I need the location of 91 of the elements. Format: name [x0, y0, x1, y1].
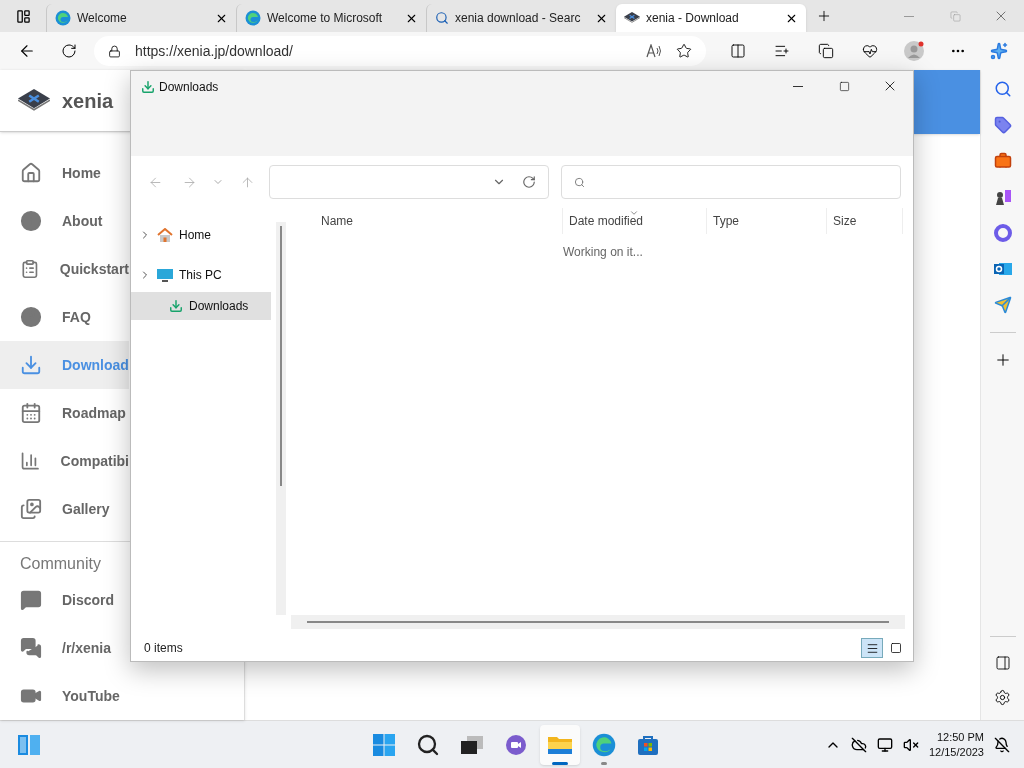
search-icon [416, 732, 440, 757]
cloud-off-icon[interactable] [850, 736, 867, 753]
item-count: 0 items [144, 640, 183, 657]
search-icon [574, 176, 585, 188]
paper-plane-icon[interactable] [993, 296, 1012, 314]
notifications-icon[interactable] [994, 736, 1010, 753]
monitor-icon [157, 267, 173, 283]
calendar-icon [20, 402, 42, 424]
split-screen-icon [730, 43, 746, 59]
collections-icon [818, 43, 834, 59]
nav-item[interactable]: Compatibi [0, 437, 129, 485]
mail-logo-icon[interactable] [993, 260, 1012, 278]
browser-tab[interactable]: xenia - Download [616, 4, 806, 32]
horizontal-scrollbar[interactable] [291, 615, 905, 629]
scrollbar[interactable] [276, 222, 286, 615]
chip-logo-icon [18, 89, 50, 112]
clipboard-icon [20, 258, 40, 280]
search-icon[interactable] [993, 80, 1012, 98]
lock-icon [108, 44, 121, 58]
monitor-icon[interactable] [876, 736, 893, 753]
nav-item[interactable]: Home [0, 149, 129, 197]
search-icon [435, 11, 449, 25]
widgets-icon [17, 733, 41, 756]
download-icon [169, 299, 183, 313]
panel-icon[interactable] [994, 655, 1011, 671]
edge-logo-icon [592, 732, 616, 757]
read-aloud-icon[interactable] [646, 44, 662, 58]
list-icon [865, 641, 879, 655]
images-icon [20, 498, 42, 520]
nav-item[interactable]: FAQ [0, 293, 129, 341]
download-icon [20, 354, 42, 376]
windows-logo-icon [372, 732, 396, 757]
column-header[interactable]: Name [291, 208, 563, 234]
running-indicator [552, 761, 568, 765]
refresh-icon[interactable] [522, 175, 536, 189]
minimize-icon [904, 15, 914, 17]
address-field[interactable] [269, 165, 549, 199]
nav-item[interactable]: About [0, 197, 129, 245]
nav-item[interactable]: YouTube [0, 672, 129, 720]
volume-muted-icon[interactable] [902, 736, 919, 753]
tree-item[interactable]: Home [131, 220, 271, 250]
home-icon [20, 162, 42, 184]
chess-pieces-icon[interactable] [993, 188, 1012, 206]
tree-item[interactable]: This PC [131, 260, 271, 290]
window-title: Downloads [159, 79, 219, 96]
store-bag-icon [637, 733, 659, 756]
maximize-icon [838, 80, 850, 92]
edge-logo-icon [245, 10, 261, 26]
restore-icon [949, 10, 961, 22]
chart-icon [20, 450, 41, 472]
details-view-button[interactable] [861, 638, 883, 658]
sparkle-icon [990, 42, 1008, 60]
download-icon [141, 80, 155, 94]
column-header[interactable]: Type [707, 208, 827, 234]
site-brand[interactable]: xenia [62, 85, 114, 116]
section-heading: Community [20, 555, 101, 572]
edge-logo-icon [55, 10, 71, 26]
chip-logo-icon [624, 12, 640, 24]
chat-icon [20, 589, 42, 611]
briefcase-icon[interactable] [993, 152, 1012, 170]
column-header[interactable]: Size [827, 208, 903, 234]
arrow-right-icon [181, 174, 197, 190]
nav-item[interactable]: Discord [0, 576, 129, 624]
nav-item[interactable]: Gallery [0, 485, 129, 533]
heart-pulse-icon [862, 43, 878, 59]
tree-item[interactable]: Downloads [131, 292, 271, 320]
nav-item[interactable]: Quickstart [0, 245, 129, 293]
minimize-icon [793, 85, 803, 87]
chats-icon [20, 637, 42, 659]
ring-logo-icon[interactable] [993, 224, 1012, 242]
tab-actions-icon [15, 8, 31, 24]
search-field[interactable] [561, 165, 901, 199]
settings-icon[interactable] [994, 689, 1011, 706]
running-indicator [601, 761, 607, 765]
refresh-icon [61, 43, 77, 59]
task-view-icon [461, 735, 483, 754]
nav-item[interactable]: Roadmap [0, 389, 129, 437]
clock[interactable]: 12:50 PM 12/15/2023 [928, 729, 984, 760]
sort-caret-icon [629, 208, 639, 218]
address-bar[interactable]: https://xenia.jp/download/ [94, 36, 706, 66]
square-icon [890, 642, 902, 654]
tag-icon[interactable] [993, 116, 1012, 134]
house-icon [157, 227, 173, 243]
plus-icon [816, 8, 832, 24]
column-header[interactable]: Date modified [563, 208, 707, 234]
video-chat-icon [504, 733, 528, 756]
favorites-list-icon [774, 43, 790, 59]
favorite-star-icon[interactable] [676, 43, 692, 59]
avatar-icon [904, 41, 924, 61]
nav-item[interactable]: /r/xenia [0, 624, 129, 672]
status-message: Working on it... [563, 244, 643, 261]
